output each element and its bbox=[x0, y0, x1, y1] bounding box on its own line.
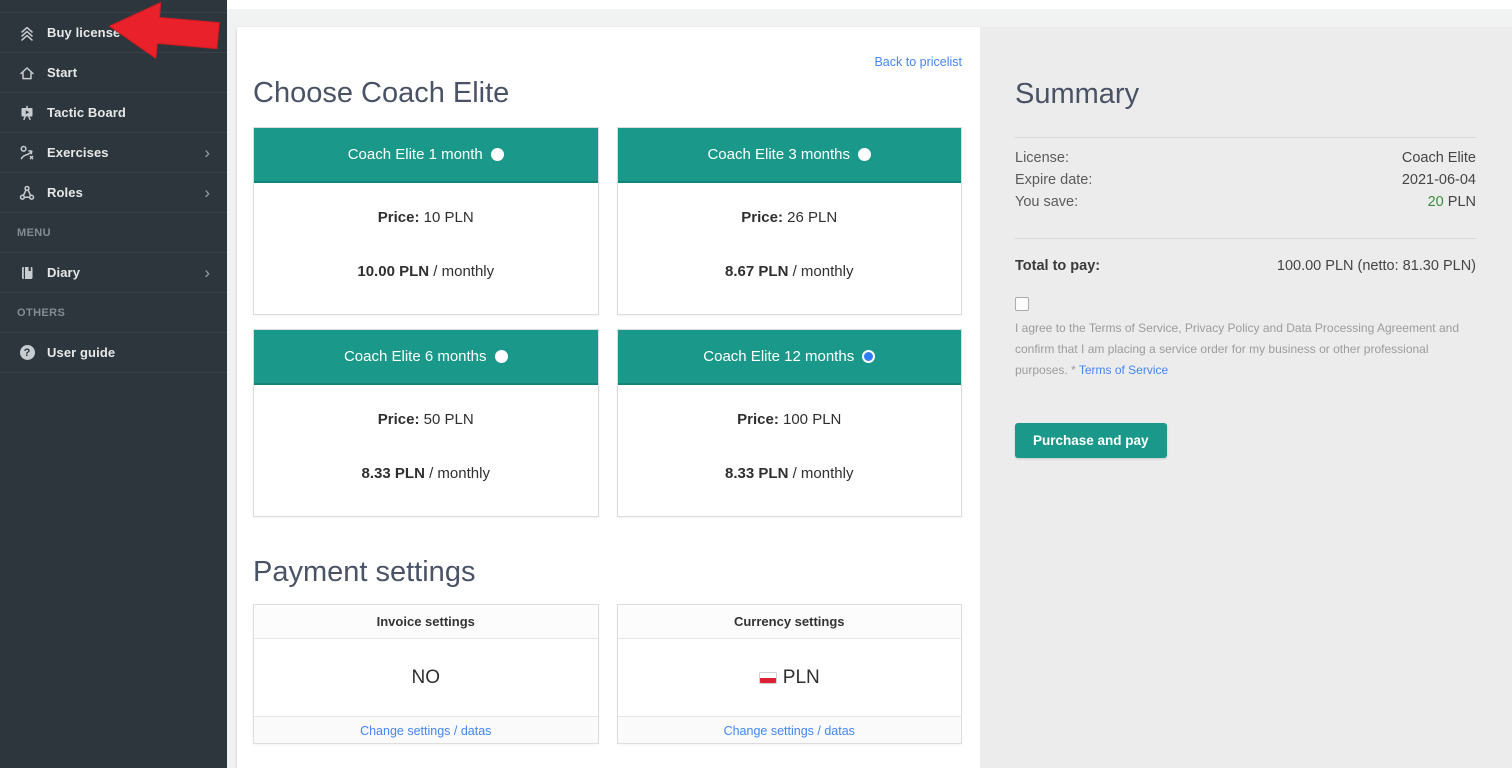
currency-settings-title: Currency settings bbox=[618, 605, 962, 639]
sidebar-item-user-guide[interactable]: ? User guide bbox=[0, 333, 227, 373]
plan-price: Price: 26 PLN bbox=[618, 183, 962, 226]
plan-radio[interactable] bbox=[858, 148, 871, 161]
savings-amount: 20 bbox=[1428, 194, 1444, 210]
plan-body: Price: 26 PLN 8.67 PLN / monthly bbox=[618, 183, 962, 314]
summary-title: Summary bbox=[1015, 78, 1476, 111]
plan-title: Coach Elite 1 month bbox=[348, 146, 483, 163]
page-title: Choose Coach Elite bbox=[253, 27, 962, 110]
plan-header-3-months[interactable]: Coach Elite 3 months bbox=[618, 128, 962, 183]
plan-body: Price: 50 PLN 8.33 PLN / monthly bbox=[254, 385, 598, 516]
payment-settings-title: Payment settings bbox=[253, 556, 962, 589]
change-currency-settings-link[interactable]: Change settings / datas bbox=[724, 724, 855, 738]
plan-card-1-month: Coach Elite 1 month Price: 10 PLN 10.00 … bbox=[253, 127, 599, 315]
sidebar: Buy license Start Tactic Board bbox=[0, 0, 227, 768]
sidebar-item-exercises[interactable]: Exercises › bbox=[0, 133, 227, 173]
sidebar-item-label: Exercises bbox=[47, 145, 109, 160]
topbar-strip bbox=[227, 0, 1512, 9]
sidebar-item-label: User guide bbox=[47, 345, 115, 360]
sidebar-item-label: Diary bbox=[47, 265, 80, 280]
plan-card-3-months: Coach Elite 3 months Price: 26 PLN 8.67 … bbox=[617, 127, 963, 315]
chevron-right-icon: › bbox=[204, 186, 210, 200]
plan-body: Price: 10 PLN 10.00 PLN / monthly bbox=[254, 183, 598, 314]
currency-settings-card: Currency settings PLN Change settings / … bbox=[617, 604, 963, 744]
plan-radio[interactable] bbox=[491, 148, 504, 161]
plan-monthly-price: 8.67 PLN / monthly bbox=[618, 263, 962, 280]
roles-icon bbox=[17, 184, 37, 202]
plan-monthly-price: 8.33 PLN / monthly bbox=[618, 465, 962, 482]
sidebar-item-roles[interactable]: Roles › bbox=[0, 173, 227, 213]
plan-monthly-price: 10.00 PLN / monthly bbox=[254, 263, 598, 280]
plan-radio[interactable] bbox=[495, 350, 508, 363]
plan-card-6-months: Coach Elite 6 months Price: 50 PLN 8.33 … bbox=[253, 329, 599, 517]
sidebar-item-tactic-board[interactable]: Tactic Board bbox=[0, 93, 227, 133]
sidebar-item-label: Roles bbox=[47, 185, 83, 200]
plan-price: Price: 50 PLN bbox=[254, 385, 598, 428]
invoice-settings-value: NO bbox=[254, 639, 598, 716]
diary-icon bbox=[17, 264, 37, 282]
summary-rows: License: Coach Elite Expire date: 2021-0… bbox=[1015, 150, 1476, 216]
divider bbox=[1015, 137, 1476, 138]
sidebar-item-diary[interactable]: Diary › bbox=[0, 253, 227, 293]
back-to-pricelist-link[interactable]: Back to pricelist bbox=[874, 55, 962, 69]
plan-header-1-month[interactable]: Coach Elite 1 month bbox=[254, 128, 598, 183]
sidebar-section-others: OTHERS bbox=[0, 293, 227, 333]
invoice-settings-title: Invoice settings bbox=[254, 605, 598, 639]
change-invoice-settings-link[interactable]: Change settings / datas bbox=[360, 724, 491, 738]
currency-settings-value: PLN bbox=[618, 639, 962, 716]
chevron-right-icon: › bbox=[204, 146, 210, 160]
purchase-and-pay-button[interactable]: Purchase and pay bbox=[1015, 423, 1167, 458]
plan-grid: Coach Elite 1 month Price: 10 PLN 10.00 … bbox=[253, 127, 962, 517]
currency-settings-footer: Change settings / datas bbox=[618, 716, 962, 743]
plan-header-12-months[interactable]: Coach Elite 12 months bbox=[618, 330, 962, 385]
red-pointer-arrow bbox=[104, 0, 225, 73]
chevrons-up-icon bbox=[17, 24, 37, 42]
terms-checkbox[interactable] bbox=[1015, 297, 1029, 311]
settings-grid: Invoice settings NO Change settings / da… bbox=[253, 604, 962, 744]
poland-flag-icon bbox=[759, 672, 777, 684]
plan-card-12-months: Coach Elite 12 months Price: 100 PLN 8.3… bbox=[617, 329, 963, 517]
sidebar-section-menu: MENU bbox=[0, 213, 227, 253]
tactic-board-icon bbox=[17, 104, 37, 122]
plan-title: Coach Elite 6 months bbox=[344, 348, 487, 365]
invoice-settings-card: Invoice settings NO Change settings / da… bbox=[253, 604, 599, 744]
main-content: Back to pricelist Choose Coach Elite Coa… bbox=[237, 27, 980, 768]
invoice-settings-footer: Change settings / datas bbox=[254, 716, 598, 743]
strategy-icon bbox=[17, 144, 37, 162]
home-icon bbox=[17, 64, 37, 82]
divider bbox=[1015, 238, 1476, 239]
terms-of-service-link[interactable]: Terms of Service bbox=[1079, 363, 1168, 377]
plan-radio-selected[interactable] bbox=[862, 350, 875, 363]
plan-price: Price: 100 PLN bbox=[618, 385, 962, 428]
plan-title: Coach Elite 3 months bbox=[707, 146, 850, 163]
plan-title: Coach Elite 12 months bbox=[703, 348, 854, 365]
chevron-right-icon: › bbox=[204, 266, 210, 280]
summary-row-you-save: You save: 20 PLN bbox=[1015, 194, 1476, 216]
plan-price: Price: 10 PLN bbox=[254, 183, 598, 226]
sidebar-item-label: Tactic Board bbox=[47, 105, 126, 120]
plan-header-6-months[interactable]: Coach Elite 6 months bbox=[254, 330, 598, 385]
question-icon: ? bbox=[17, 344, 37, 362]
summary-panel: Summary License: Coach Elite Expire date… bbox=[980, 27, 1512, 768]
summary-row-license: License: Coach Elite bbox=[1015, 150, 1476, 172]
total-to-pay-row: Total to pay: 100.00 PLN (netto: 81.30 P… bbox=[1015, 258, 1476, 274]
sidebar-item-label: Start bbox=[47, 65, 77, 80]
summary-row-expire-date: Expire date: 2021-06-04 bbox=[1015, 172, 1476, 194]
terms-text: I agree to the Terms of Service, Privacy… bbox=[1015, 318, 1476, 381]
plan-body: Price: 100 PLN 8.33 PLN / monthly bbox=[618, 385, 962, 516]
plan-monthly-price: 8.33 PLN / monthly bbox=[254, 465, 598, 482]
